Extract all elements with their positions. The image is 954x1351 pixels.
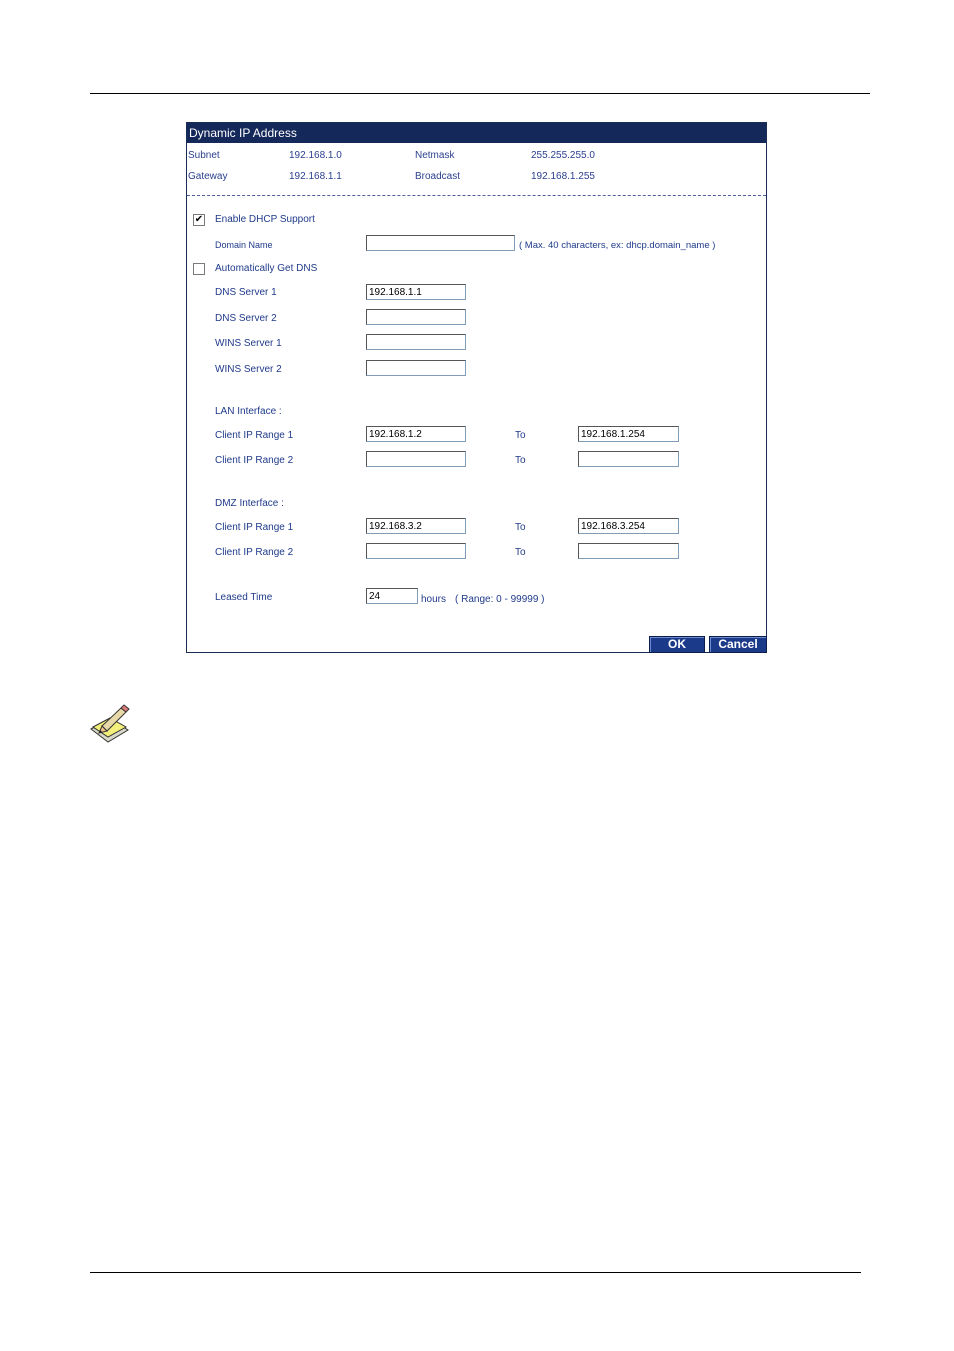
dynamic-ip-panel: Dynamic IP Address Subnet 192.168.1.0 Ne…: [186, 122, 767, 653]
note-pencil-icon: [90, 704, 130, 743]
dns-server-2-label: DNS Server 2: [215, 313, 277, 324]
enable-dhcp-label: Enable DHCP Support: [215, 214, 315, 225]
dmz-interface-heading: DMZ Interface :: [215, 498, 284, 509]
check-icon: ✔: [194, 214, 204, 225]
dmz-range-1-label: Client IP Range 1: [215, 522, 294, 533]
gateway-label: Gateway: [188, 171, 228, 182]
cancel-button[interactable]: Cancel: [709, 636, 767, 653]
dmz-range-2-from-input[interactable]: [366, 543, 466, 559]
section-divider: [187, 195, 766, 196]
gateway-value: 192.168.1.1: [289, 171, 342, 182]
dmz-range-2-label: Client IP Range 2: [215, 547, 294, 558]
lan-interface-heading: LAN Interface :: [215, 406, 282, 417]
footer-rule: [90, 1272, 861, 1273]
lan-range-2-to-input[interactable]: [578, 451, 679, 467]
dmz-range-1-to-input[interactable]: [578, 518, 679, 534]
leased-time-unit: hours: [421, 594, 447, 605]
auto-dns-label: Automatically Get DNS: [215, 263, 318, 274]
subnet-label: Subnet: [188, 150, 220, 161]
leased-time-range-hint: ( Range: 0 - 99999 ): [455, 594, 545, 605]
leased-time-input[interactable]: [366, 588, 418, 604]
wins-server-1-label: WINS Server 1: [215, 338, 282, 349]
header-rule: [90, 93, 870, 94]
domain-name-hint: ( Max. 40 characters, ex: dhcp.domain_na…: [519, 240, 716, 251]
dmz-range-1-from-input[interactable]: [366, 518, 466, 534]
dns-server-2-input[interactable]: [366, 309, 466, 325]
ok-button[interactable]: OK: [649, 636, 705, 653]
dmz-range-2-to-label: To: [515, 547, 526, 558]
panel-title: Dynamic IP Address: [187, 123, 766, 143]
dmz-range-1-to-label: To: [515, 522, 526, 533]
domain-name-input[interactable]: [366, 235, 515, 251]
lan-range-1-to-input[interactable]: [578, 426, 679, 442]
netmask-label: Netmask: [415, 150, 455, 161]
lan-range-2-label: Client IP Range 2: [215, 455, 294, 466]
broadcast-label: Broadcast: [415, 171, 461, 182]
leased-time-label: Leased Time: [215, 592, 273, 603]
auto-dns-checkbox[interactable]: [193, 263, 205, 275]
wins-server-2-input[interactable]: [366, 360, 466, 376]
broadcast-value: 192.168.1.255: [531, 171, 595, 182]
lan-range-1-to-label: To: [515, 430, 526, 441]
dns-server-1-label: DNS Server 1: [215, 287, 277, 298]
lan-range-2-to-label: To: [515, 455, 526, 466]
enable-dhcp-checkbox[interactable]: ✔: [193, 214, 205, 226]
domain-name-label: Domain Name: [215, 240, 273, 250]
lan-range-1-label: Client IP Range 1: [215, 430, 294, 441]
subnet-value: 192.168.1.0: [289, 150, 342, 161]
dns-server-1-input[interactable]: [366, 284, 466, 300]
netmask-value: 255.255.255.0: [531, 150, 595, 161]
lan-range-1-from-input[interactable]: [366, 426, 466, 442]
dmz-range-2-to-input[interactable]: [578, 543, 679, 559]
lan-range-2-from-input[interactable]: [366, 451, 466, 467]
wins-server-2-label: WINS Server 2: [215, 364, 282, 375]
wins-server-1-input[interactable]: [366, 334, 466, 350]
